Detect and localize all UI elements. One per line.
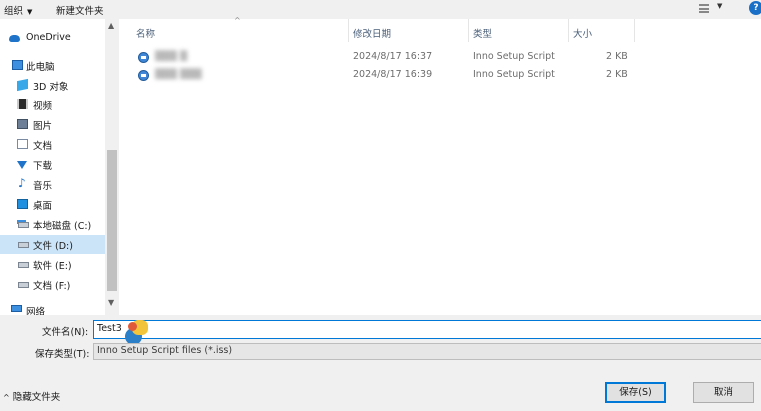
- scrollbar-thumb[interactable]: [107, 150, 117, 291]
- file-row[interactable]: ▒▒▒ ▒ 2024/8/17 16:37 Inno Setup Script …: [119, 49, 761, 66]
- picture-icon: [17, 119, 28, 129]
- drive-icon: [18, 262, 29, 268]
- file-type: Inno Setup Script: [473, 69, 555, 80]
- nav-item-network[interactable]: 网络: [0, 301, 105, 315]
- file-modified: 2024/8/17 16:39: [353, 69, 433, 80]
- column-header-modified[interactable]: 修改日期: [353, 26, 391, 40]
- nav-item-label: 文档: [33, 141, 53, 152]
- hide-folders-toggle[interactable]: ^ 隐藏文件夹: [3, 389, 60, 403]
- list-view-icon: [699, 4, 709, 13]
- nav-item-label: 文档 (F:): [33, 281, 71, 292]
- file-size: 2 KB: [606, 69, 628, 80]
- view-options-button[interactable]: ▼: [697, 2, 727, 16]
- nav-item-label: 网络: [26, 307, 46, 315]
- drive-icon: [18, 242, 29, 248]
- nav-item-drive-e[interactable]: 软件 (E:): [0, 255, 105, 274]
- file-name: ▒▒▒ ▒▒▒: [155, 69, 202, 80]
- file-row[interactable]: ▒▒▒ ▒▒▒ 2024/8/17 16:39 Inno Setup Scrip…: [119, 67, 761, 84]
- filename-label: 文件名(N):: [42, 327, 89, 338]
- chevron-down-icon: ▼: [27, 8, 33, 16]
- nav-item-drive-f[interactable]: 文档 (F:): [0, 275, 105, 294]
- file-name: ▒▒▒ ▒: [155, 51, 188, 62]
- nav-item-videos[interactable]: 视频: [0, 95, 105, 114]
- inno-script-icon: [138, 70, 149, 81]
- nav-item-pictures[interactable]: 图片: [0, 115, 105, 134]
- nav-item-documents[interactable]: 文档: [0, 135, 105, 154]
- chevron-up-icon[interactable]: ▲: [108, 21, 114, 30]
- column-divider[interactable]: [568, 19, 569, 42]
- computer-icon: [12, 60, 23, 70]
- onedrive-icon: [9, 35, 20, 42]
- nav-item-this-pc[interactable]: 此电脑: [0, 56, 105, 75]
- column-header-size[interactable]: 大小: [573, 26, 592, 40]
- organize-menu[interactable]: 组织 ▼: [4, 3, 32, 17]
- filetype-select[interactable]: Inno Setup Script files (*.iss): [93, 343, 761, 360]
- download-icon: [17, 161, 27, 169]
- navigation-pane: OneDrive 此电脑 3D 对象 视频 图片 文档 下载 ♪ 音乐 桌面 本…: [0, 19, 119, 315]
- nav-item-music[interactable]: ♪ 音乐: [0, 175, 105, 194]
- video-icon: [17, 99, 28, 109]
- cancel-button[interactable]: 取消: [693, 382, 754, 403]
- nav-item-label: 下载: [33, 161, 53, 172]
- file-modified: 2024/8/17 16:37: [353, 51, 433, 62]
- file-type: Inno Setup Script: [473, 51, 555, 62]
- nav-item-3d-objects[interactable]: 3D 对象: [0, 76, 105, 95]
- save-button[interactable]: 保存(S): [605, 382, 666, 403]
- nav-item-label: 文件 (D:): [33, 241, 73, 252]
- new-folder-button[interactable]: 新建文件夹: [56, 3, 104, 17]
- nav-item-onedrive[interactable]: OneDrive: [0, 29, 105, 48]
- nav-item-drive-d[interactable]: 文件 (D:): [0, 235, 105, 254]
- column-header-type[interactable]: 类型: [473, 26, 492, 40]
- nav-item-drive-c[interactable]: 本地磁盘 (C:): [0, 215, 105, 234]
- nav-item-label: OneDrive: [26, 32, 71, 43]
- file-list: ^ 名称 修改日期 类型 大小 ▒▒▒ ▒ 2024/8/17 16:37 In…: [119, 16, 761, 315]
- nav-item-label: 本地磁盘 (C:): [33, 221, 92, 232]
- 3d-objects-icon: [17, 78, 28, 92]
- nav-item-label: 此电脑: [26, 62, 55, 73]
- nav-scrollbar[interactable]: ▲ ▼: [105, 19, 119, 315]
- chevron-up-icon: ^: [3, 393, 10, 402]
- nav-item-label: 音乐: [33, 181, 53, 192]
- nav-item-label: 桌面: [33, 201, 53, 212]
- filename-input[interactable]: Test3: [93, 320, 761, 339]
- column-divider[interactable]: [468, 19, 469, 42]
- sort-ascending-icon: ^: [234, 16, 241, 25]
- column-divider[interactable]: [348, 19, 349, 42]
- column-divider[interactable]: [634, 19, 635, 42]
- filetype-value: Inno Setup Script files (*.iss): [97, 345, 233, 356]
- chevron-down-icon: ▼: [717, 2, 723, 10]
- filetype-label: 保存类型(T):: [35, 349, 90, 360]
- drive-icon: [18, 282, 29, 288]
- organize-label: 组织: [4, 6, 24, 17]
- filename-value: Test3: [97, 323, 122, 334]
- nav-item-label: 图片: [33, 121, 53, 132]
- nav-item-label: 3D 对象: [33, 82, 69, 93]
- chevron-down-icon[interactable]: ▼: [108, 298, 114, 307]
- music-icon: ♪: [18, 176, 26, 190]
- desktop-icon: [17, 199, 28, 209]
- drive-icon: [18, 222, 29, 228]
- nav-item-label: 视频: [33, 101, 53, 112]
- nav-item-downloads[interactable]: 下载: [0, 155, 105, 174]
- inno-script-icon: [138, 52, 149, 63]
- hide-folders-label: 隐藏文件夹: [12, 392, 61, 403]
- column-header-name[interactable]: 名称: [136, 26, 155, 40]
- nav-item-label: 软件 (E:): [33, 261, 72, 272]
- help-button[interactable]: ?: [749, 1, 761, 15]
- toolbar: 组织 ▼ 新建文件夹 ▼ ?: [0, 0, 761, 19]
- document-icon: [17, 139, 28, 149]
- network-icon: [11, 305, 22, 312]
- file-size: 2 KB: [606, 51, 628, 62]
- nav-item-desktop[interactable]: 桌面: [0, 195, 105, 214]
